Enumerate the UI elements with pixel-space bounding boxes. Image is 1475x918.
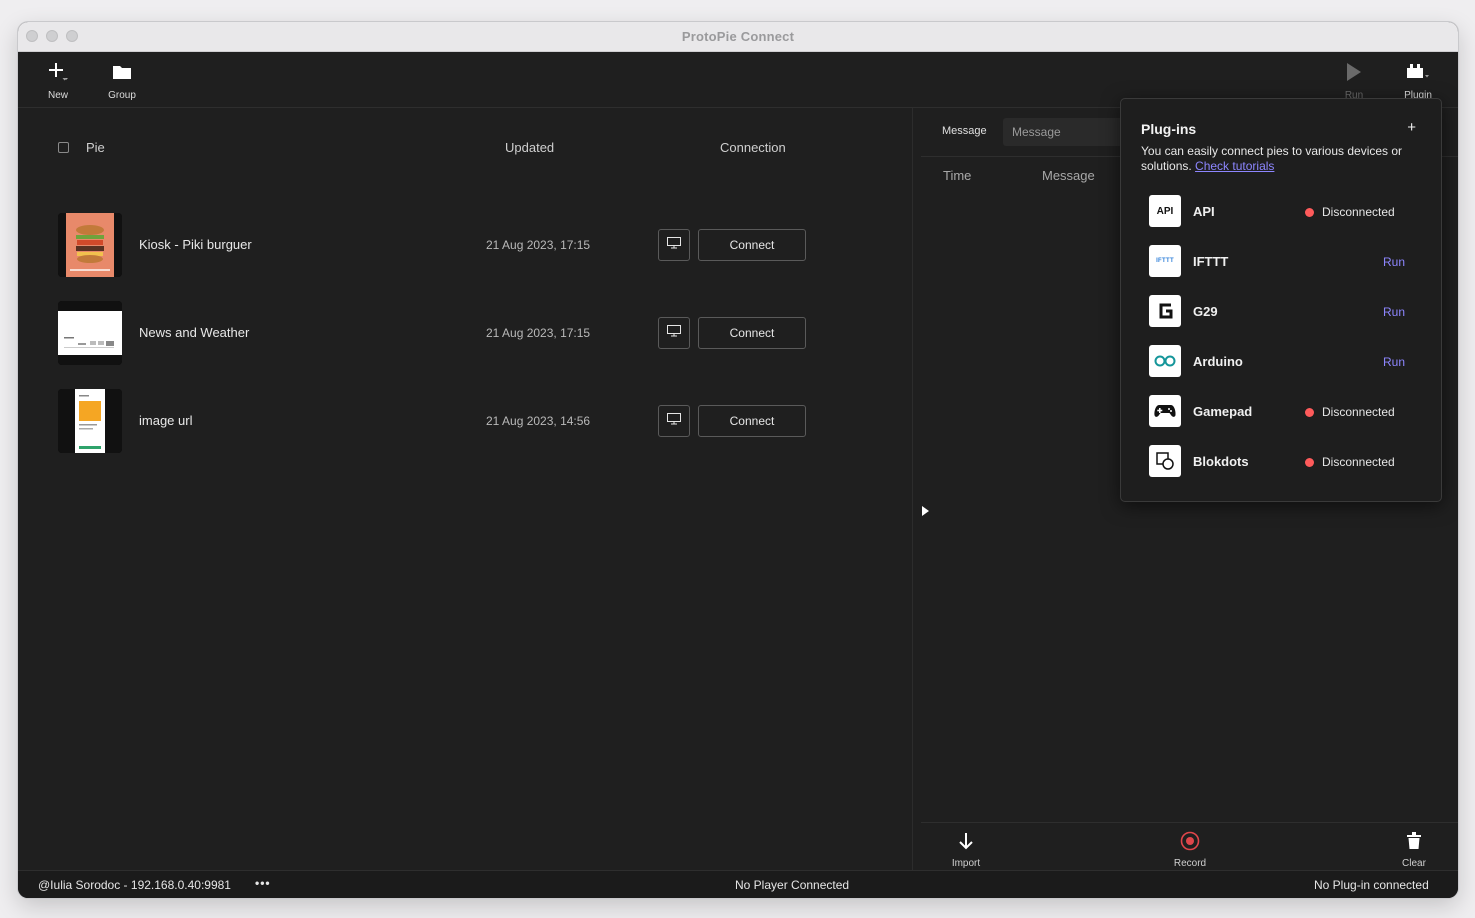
- plugin-status-text: No Plug-in connected: [1314, 878, 1429, 892]
- plugin-row-ifttt[interactable]: IFTTT IFTTT Run: [1149, 245, 1439, 279]
- pie-thumbnail: [58, 301, 122, 365]
- plug-icon: [1388, 60, 1448, 84]
- monitor-icon: [667, 324, 681, 342]
- pie-thumbnail: [58, 213, 122, 277]
- plugin-row-api[interactable]: API API Disconnected: [1149, 195, 1439, 229]
- time-column-header: Time: [943, 168, 972, 183]
- ifttt-icon: IFTTT: [1149, 245, 1181, 277]
- arduino-icon: [1149, 345, 1181, 377]
- plugin-status: Disconnected: [1305, 455, 1395, 469]
- api-icon: API: [1149, 195, 1181, 227]
- window-title: ProtoPie Connect: [681, 29, 795, 44]
- plus-icon: [28, 60, 88, 84]
- pie-column-header: Pie: [86, 140, 105, 155]
- plugins-description: You can easily connect pies to various d…: [1141, 144, 1426, 174]
- pie-thumbnail: [58, 389, 122, 453]
- more-options-button[interactable]: •••: [255, 876, 271, 890]
- group-button[interactable]: Group: [92, 60, 152, 101]
- plugin-name: API: [1193, 204, 1215, 219]
- record-button[interactable]: Record: [1160, 830, 1220, 869]
- open-in-browser-button[interactable]: [658, 229, 690, 261]
- pie-row[interactable]: Kiosk - Piki burguer 21 Aug 2023, 17:15 …: [18, 213, 912, 301]
- import-button[interactable]: Import: [936, 830, 996, 869]
- arrow-down-icon: [936, 830, 996, 852]
- record-label: Record: [1173, 858, 1207, 869]
- pie-row[interactable]: News and Weather 21 Aug 2023, 17:15 Conn…: [18, 301, 912, 389]
- plugin-row-arduino[interactable]: Arduino Run: [1149, 345, 1439, 379]
- gamepad-icon: [1149, 395, 1181, 427]
- play-icon: [1324, 60, 1384, 84]
- pie-list-panel: Pie Updated Connection Kiosk - Piki burg…: [18, 108, 912, 870]
- open-in-browser-button[interactable]: [658, 405, 690, 437]
- plugin-name: Arduino: [1193, 354, 1243, 369]
- new-button[interactable]: New: [28, 60, 88, 101]
- app-window: ProtoPie Connect New Group Run Plugin Pi…: [18, 22, 1458, 898]
- title-bar: ProtoPie Connect: [18, 22, 1458, 52]
- run-plugin-link[interactable]: Run: [1383, 255, 1405, 269]
- group-label: Group: [108, 90, 136, 101]
- new-label: New: [47, 90, 68, 101]
- expand-panel-icon[interactable]: [922, 506, 929, 516]
- message-footer-divider: [921, 822, 1458, 823]
- run-button[interactable]: Run: [1324, 60, 1384, 101]
- check-tutorials-link[interactable]: Check tutorials: [1195, 159, 1274, 173]
- pie-name[interactable]: Kiosk - Piki burguer: [139, 237, 252, 252]
- monitor-icon: [667, 412, 681, 430]
- clear-label: Clear: [1402, 858, 1426, 869]
- plugin-name: Gamepad: [1193, 404, 1253, 419]
- plugin-row-g29[interactable]: G29 Run: [1149, 295, 1439, 329]
- select-all-checkbox[interactable]: [58, 142, 69, 153]
- record-icon: [1160, 830, 1220, 852]
- folder-icon: [92, 60, 152, 84]
- plugin-name: Blokdots: [1193, 454, 1249, 469]
- trash-icon: [1384, 830, 1444, 852]
- plugin-button[interactable]: Plugin: [1388, 60, 1448, 101]
- status-bar: @Iulia Sorodoc - 192.168.0.40:9981 ••• N…: [18, 870, 1458, 898]
- pie-name[interactable]: News and Weather: [139, 325, 249, 340]
- connect-button[interactable]: Connect: [698, 405, 806, 437]
- plugin-status: Disconnected: [1305, 205, 1395, 219]
- blokdots-icon: [1149, 445, 1181, 477]
- pie-updated-date: 21 Aug 2023, 17:15: [486, 238, 591, 252]
- import-label: Import: [951, 858, 981, 869]
- connect-button[interactable]: Connect: [698, 317, 806, 349]
- pie-updated-date: 21 Aug 2023, 17:15: [486, 326, 591, 340]
- status-dot: [1305, 408, 1314, 417]
- pie-row[interactable]: image url 21 Aug 2023, 14:56 Connect: [18, 389, 912, 477]
- run-plugin-link[interactable]: Run: [1383, 355, 1405, 369]
- plugin-row-gamepad[interactable]: Gamepad Disconnected: [1149, 395, 1439, 429]
- plugin-name: IFTTT: [1193, 254, 1229, 269]
- open-in-browser-button[interactable]: [658, 317, 690, 349]
- plugin-name: G29: [1193, 304, 1218, 319]
- plugin-status: Disconnected: [1305, 405, 1395, 419]
- message-column-header: Message: [1042, 168, 1095, 183]
- clear-button[interactable]: Clear: [1384, 830, 1444, 869]
- pie-updated-date: 21 Aug 2023, 14:56: [486, 414, 591, 428]
- player-status-text: No Player Connected: [735, 878, 850, 892]
- user-address-text: @Iulia Sorodoc - 192.168.0.40:9981: [38, 878, 231, 892]
- connection-column-header: Connection: [720, 140, 786, 155]
- status-dot: [1305, 458, 1314, 467]
- plugin-row-blokdots[interactable]: Blokdots Disconnected: [1149, 445, 1439, 479]
- status-dot: [1305, 208, 1314, 217]
- pie-name[interactable]: image url: [139, 413, 192, 428]
- run-plugin-link[interactable]: Run: [1383, 305, 1405, 319]
- message-label: Message: [942, 125, 987, 137]
- add-plugin-button[interactable]: +: [1407, 119, 1416, 136]
- plugins-title: Plug-ins: [1141, 121, 1197, 137]
- g29-icon: [1149, 295, 1181, 327]
- updated-column-header: Updated: [505, 140, 555, 155]
- monitor-icon: [667, 236, 681, 254]
- plugins-popover: Plug-ins + You can easily connect pies t…: [1120, 98, 1442, 502]
- connect-button[interactable]: Connect: [698, 229, 806, 261]
